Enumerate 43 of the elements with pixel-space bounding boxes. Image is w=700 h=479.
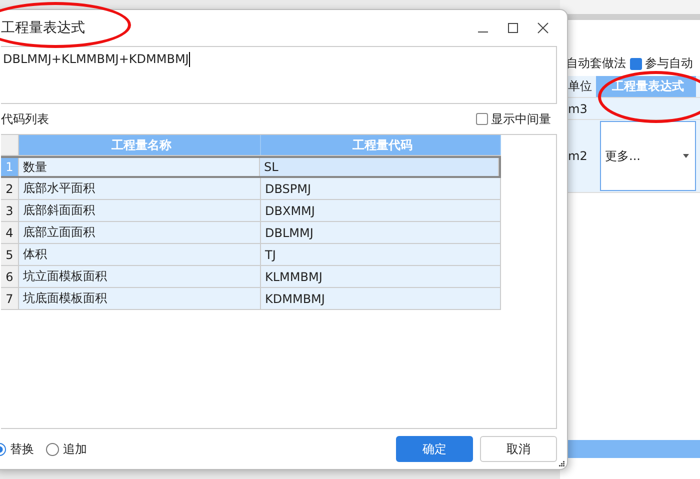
radio-label: 替换 [10,440,34,458]
checkbox-label: 参与自动 [645,55,693,72]
table-cell[interactable]: SL [260,158,499,176]
row-number: 7 [1,288,19,309]
caret-icon [683,154,689,158]
list-label: 代码列表 [1,110,49,128]
ok-button[interactable]: 确定 [396,436,473,462]
checkbox[interactable] [630,58,642,70]
table-cell[interactable]: DBXMMJ [261,200,501,221]
window-title: 工程量表达式 [1,19,85,37]
row-number: 6 [1,266,19,287]
table-cell[interactable]: 体积 [19,244,261,265]
row-number: 3 [1,200,19,221]
radio-button[interactable] [46,442,59,456]
cancel-button[interactable]: 取消 [480,436,557,462]
table-cell[interactable]: KDMMBMJ [261,288,501,309]
table-cell-text: m3 [567,100,588,118]
table-cell[interactable]: 坑底面模板面积 [19,288,261,309]
column-header: 单位 [567,78,593,95]
row-number: 5 [1,244,19,265]
table-cell[interactable]: KLMMBMJ [261,266,501,287]
table-cell[interactable]: 底部斜面面积 [19,200,261,221]
dropdown[interactable]: 更多... [600,121,696,191]
table-cell[interactable]: 底部立面面积 [19,222,261,243]
checkbox-label: 显示中间量 [491,110,551,128]
row-number: 1 [1,158,19,176]
column-header: 工程量名称 [19,135,261,155]
row-number: 2 [1,178,19,199]
radio-label: 追加 [63,440,87,458]
close-icon[interactable] [537,22,549,34]
corner-cell[interactable] [1,135,19,155]
table-cell[interactable]: DBSPMJ [261,178,501,199]
column-header: 工程量代码 [261,135,501,155]
table-cell[interactable]: 底部水平面积 [19,178,261,199]
resize-grip-icon[interactable] [559,461,565,467]
table-cell-text: m2 [567,148,588,165]
expression-field[interactable]: DBLMMJ+KLMMBMJ+KDMMBMJ [1,46,557,104]
table-cell[interactable]: DBLMMJ [261,222,501,243]
row-number: 4 [1,222,19,243]
table-cell[interactable]: 坑立面模板面积 [19,266,261,287]
maximize-icon[interactable] [507,22,519,34]
checkbox[interactable] [476,113,488,125]
table-cell[interactable]: TJ [261,244,501,265]
